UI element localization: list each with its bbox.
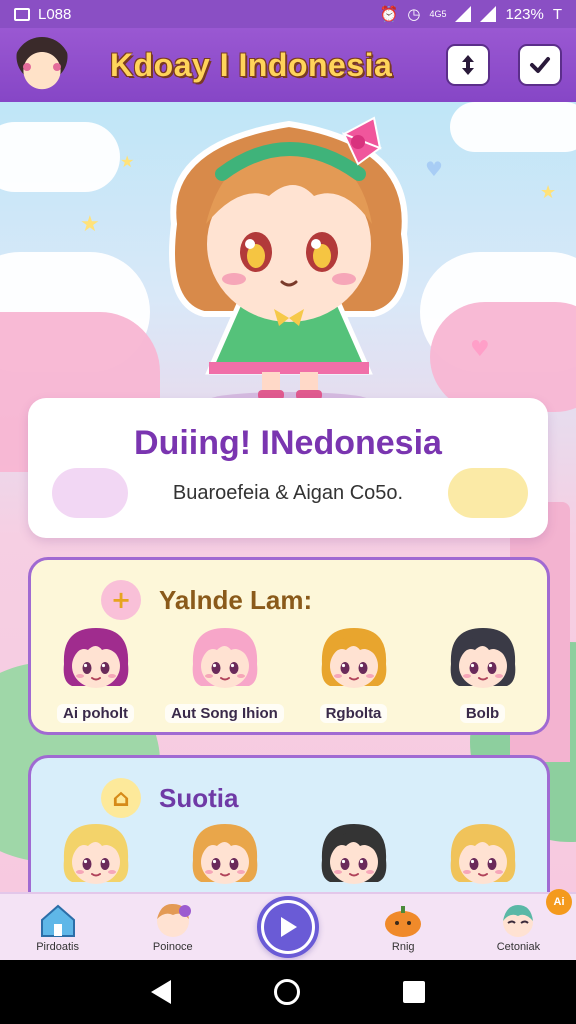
- play-button[interactable]: [257, 896, 319, 958]
- cloud-decoration-icon: [448, 468, 528, 518]
- character-card[interactable]: [160, 816, 289, 896]
- home-icon: [36, 901, 80, 939]
- swap-vertical-icon: [462, 55, 474, 75]
- character-row: [31, 816, 547, 896]
- status-extra-glyph: T: [552, 5, 562, 23]
- bottom-navigation: Pirdoatis Poinoce Rnig Ai Cetoniak: [0, 889, 576, 960]
- system-navigation-bar: [0, 960, 576, 1024]
- nav-item-characters[interactable]: Poinoce: [115, 901, 230, 953]
- bell-badge-icon: ⌂: [101, 778, 141, 818]
- image-notification-icon: [14, 7, 30, 21]
- character-portrait-icon: [63, 824, 128, 884]
- heart-icon: ♥: [470, 337, 490, 362]
- nav-item-profile[interactable]: Ai Cetoniak: [461, 889, 576, 953]
- section-title: Suotia: [159, 782, 239, 813]
- signal-icon-2: [480, 6, 497, 22]
- signal-icon: [455, 6, 472, 22]
- character-label: Aut Song Ihion: [165, 704, 284, 723]
- cloud: [0, 122, 120, 192]
- character-card[interactable]: [31, 816, 160, 896]
- cloud: [450, 102, 576, 152]
- character-card[interactable]: Rgbolta: [289, 620, 418, 723]
- home-circle-icon[interactable]: [273, 979, 300, 1005]
- status-bar: L088 ⏰ ◷ 4G5 123% T: [0, 0, 576, 28]
- section-card-featured[interactable]: + Yalnde Lam: Ai poholt Aut Song Ihion Rgb…: [28, 557, 550, 735]
- character-portrait-icon: [321, 824, 386, 884]
- character-icon: [496, 901, 540, 939]
- character-icon: [151, 901, 195, 939]
- pumpkin-icon: [381, 901, 425, 939]
- nav-label: Poinoce: [152, 941, 193, 953]
- cloud-pink: [430, 302, 576, 412]
- character-row: Ai poholt Aut Song Ihion Rgbolta Bolb: [31, 620, 547, 723]
- avatar[interactable]: [14, 37, 70, 93]
- confirm-button[interactable]: [518, 44, 562, 86]
- section-card-second[interactable]: ⌂ Suotia: [28, 755, 550, 905]
- nav-item-home[interactable]: Pirdoatis: [0, 901, 115, 953]
- character-card[interactable]: Bolb: [418, 620, 547, 723]
- app-title: Kdoay I Indonesia: [110, 46, 393, 83]
- character-label: Ai poholt: [57, 704, 134, 723]
- checkmark-icon: [530, 57, 550, 73]
- character-label: Rgbolta: [319, 704, 388, 723]
- cloud-decoration-icon: [52, 468, 128, 518]
- star-icon: ★: [120, 152, 135, 171]
- app-header: Kdoay I Indonesia: [0, 28, 576, 102]
- star-icon: ★: [540, 182, 557, 203]
- info-card-title: Duiing! INedonesia: [134, 424, 442, 462]
- character-card[interactable]: [418, 816, 547, 896]
- status-time: L088: [38, 5, 72, 23]
- nav-label: Pirdoatis: [36, 941, 79, 953]
- section-header: ⌂ Suotia: [101, 778, 238, 818]
- recent-apps-icon[interactable]: [402, 981, 425, 1003]
- section-header: + Yalnde Lam:: [101, 580, 312, 620]
- play-icon: [281, 917, 297, 937]
- nav-item-play[interactable]: [230, 896, 345, 958]
- character-card[interactable]: [289, 816, 418, 896]
- mascot-girl-illustration: [169, 116, 409, 404]
- character-card[interactable]: Aut Song Ihion: [160, 620, 289, 723]
- character-portrait-icon: [321, 628, 386, 688]
- character-portrait-icon: [192, 824, 257, 884]
- info-card[interactable]: Duiing! INedonesia Buaroefeia & Aigan Co…: [28, 398, 548, 538]
- section-title: Yalnde Lam:: [159, 584, 313, 615]
- character-card[interactable]: Ai poholt: [31, 620, 160, 723]
- character-portrait-icon: [450, 824, 515, 884]
- battery-text: 123%: [505, 5, 544, 23]
- star-icon: ★: [80, 212, 100, 237]
- plus-badge-icon: +: [101, 580, 141, 620]
- notification-badge: Ai: [546, 889, 573, 915]
- back-icon[interactable]: [151, 980, 172, 1004]
- sort-button[interactable]: [446, 44, 490, 86]
- character-portrait-icon: [63, 628, 128, 688]
- alarm-icon: ⏰: [379, 6, 399, 23]
- character-portrait-icon: [192, 628, 257, 688]
- nav-label: Rnig: [391, 941, 415, 953]
- nav-label: Cetoniak: [496, 941, 541, 953]
- character-label: Bolb: [459, 704, 506, 723]
- nav-item-ring[interactable]: Rnig: [346, 901, 461, 953]
- character-portrait-icon: [450, 628, 515, 688]
- network-label: 4G5: [429, 9, 447, 19]
- clock-icon: ◷: [407, 6, 421, 23]
